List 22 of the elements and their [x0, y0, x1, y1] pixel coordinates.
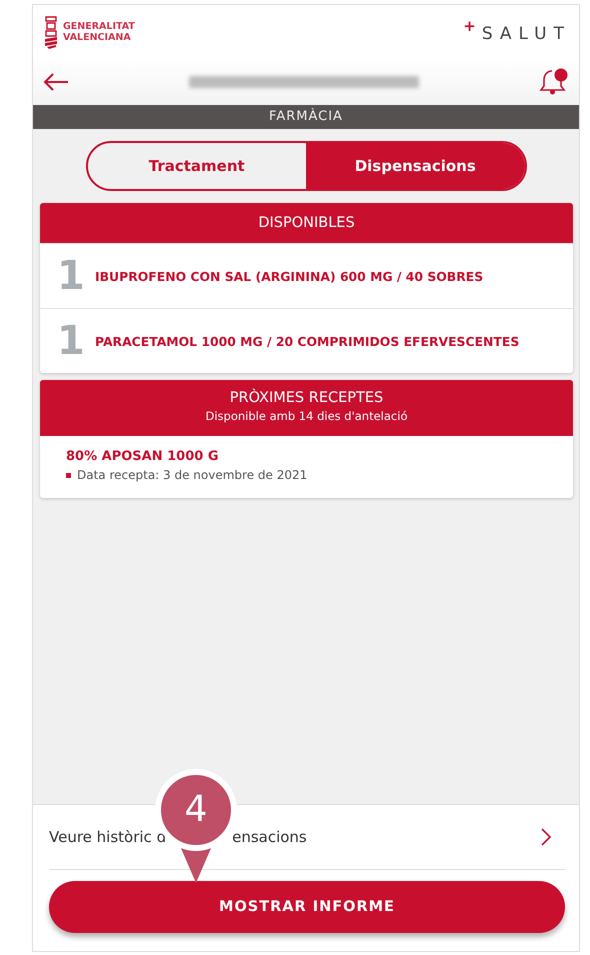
show-report-button[interactable]: MOSTRAR INFORME	[49, 881, 565, 933]
bullet-icon	[66, 472, 71, 478]
notification-bell-icon[interactable]	[539, 67, 569, 97]
logo-text: VALENCIANA	[63, 32, 132, 43]
quantity: 1	[57, 318, 86, 364]
medication-name: PARACETAMOL 1000 MG / 20 COMPRIMIDOS EFERVESCENTES	[95, 334, 520, 348]
logo-text: GENERALITAT	[63, 21, 135, 32]
chevron-right-icon	[541, 828, 551, 846]
tab[interactable]: Tractament	[88, 143, 306, 189]
coat-of-arms-icon	[43, 15, 59, 49]
brand-plus-mark: +	[463, 19, 476, 33]
card-subtitle: Disponible amb 14 dies d'antelació	[206, 409, 408, 423]
medication-name: IBUPROFENO CON SAL (ARGININA) 600 MG / 40 SOBRES	[95, 268, 484, 284]
prescription-date: Data recepta: 3 de novembre de 2021	[77, 468, 308, 482]
medication-name: 80% APOSAN 1000 G	[66, 449, 220, 464]
card-title: PRÒXIMES RECEPTES	[230, 390, 384, 406]
quantity: 1	[57, 253, 86, 299]
back-arrow-icon[interactable]	[43, 72, 69, 92]
tab[interactable]: Dispensacions	[306, 143, 524, 189]
section-title: FARMÀCIA	[33, 105, 579, 129]
card-title: DISPONIBLES	[40, 203, 573, 243]
brand-name: SALUT	[482, 23, 571, 45]
